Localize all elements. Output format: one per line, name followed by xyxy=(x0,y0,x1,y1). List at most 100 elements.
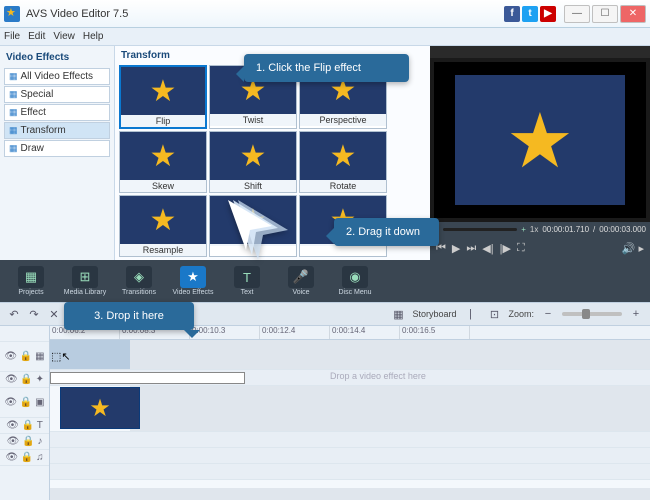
star-icon: ★ xyxy=(240,139,267,174)
preview-controls: − + 1x 00:00:01.710 / 00:00:03.000 ⏮ ▶ ⏭… xyxy=(430,222,650,260)
speed-plus-button[interactable]: + xyxy=(521,225,526,234)
volume-button[interactable]: 🔊 ▸ xyxy=(622,242,644,255)
ruler-tick: 0:00:12.4 xyxy=(260,326,330,339)
menu-edit[interactable]: Edit xyxy=(28,31,45,42)
drop-cursor-icon: ⬚↖ xyxy=(51,350,71,363)
toolbar-label: Text xyxy=(241,289,254,296)
ruler-tick: 0:00:16.5 xyxy=(400,326,470,339)
video-clip[interactable]: ★ xyxy=(60,387,140,429)
ruler-tick: 0:00:10.3 xyxy=(190,326,260,339)
speed-bar[interactable] xyxy=(443,228,518,231)
zoom-slider[interactable] xyxy=(562,312,622,316)
track-text[interactable] xyxy=(50,432,650,448)
effect-dropzone[interactable] xyxy=(50,372,245,384)
storyboard-label[interactable]: Storyboard xyxy=(412,309,456,319)
callout-1: 1. Click the Flip effect xyxy=(244,54,409,82)
menu-help[interactable]: Help xyxy=(83,31,104,42)
tracks-area[interactable]: 0:00:06.20:00:08.30:00:10.30:00:12.40:00… xyxy=(50,326,650,500)
track-effect-header[interactable]: 👁 🔒 ✦ xyxy=(0,372,49,388)
effect-hint: Drop a video effect here xyxy=(330,371,426,381)
preview-topbar xyxy=(430,46,650,58)
thumb-label: Twist xyxy=(210,114,296,126)
category-all[interactable]: All Video Effects xyxy=(4,68,110,85)
disc-menu-icon: ◉ xyxy=(342,266,368,288)
category-transform[interactable]: Transform xyxy=(4,122,110,139)
category-draw[interactable]: Draw xyxy=(4,140,110,157)
step-back-button[interactable]: ◀| xyxy=(482,242,493,255)
star-icon: ★ xyxy=(150,139,177,174)
toolbar-voice-button[interactable]: 🎤Voice xyxy=(276,266,326,296)
track-media-header[interactable]: 👁 🔒 ▣ xyxy=(0,388,49,418)
preview-video: ★ xyxy=(434,62,646,218)
twitter-icon[interactable]: t xyxy=(522,6,538,22)
media-library-icon: ⊞ xyxy=(72,266,98,288)
redo-button[interactable]: ↷ xyxy=(24,305,44,323)
step-fwd-button[interactable]: |▶ xyxy=(500,242,511,255)
thumb-label: Perspective xyxy=(300,114,386,126)
horizontal-scrollbar[interactable] xyxy=(50,488,650,500)
text-icon: T xyxy=(234,266,260,288)
track-audio2[interactable] xyxy=(50,464,650,480)
toolbar-media-library-button[interactable]: ⊞Media Library xyxy=(60,266,110,296)
toolbar-label: Media Library xyxy=(64,289,106,296)
callout-2: 2. Drag it down xyxy=(334,218,439,246)
effect-thumb-rotate[interactable]: ★Rotate xyxy=(299,131,387,193)
toolbar-text-button[interactable]: TText xyxy=(222,266,272,296)
storyboard-icon[interactable]: ▦ xyxy=(388,305,408,323)
minimize-button[interactable]: — xyxy=(564,5,590,23)
zoom-label: Zoom: xyxy=(508,309,534,319)
titlebar: AVS Video Editor 7.5 f t ▶ — ☐ ✕ xyxy=(0,0,650,28)
effects-category-panel: Video Effects All Video Effects Special … xyxy=(0,46,115,260)
toolbar-label: Video Effects xyxy=(173,289,214,296)
video-effects-icon: ★ xyxy=(180,266,206,288)
effect-thumb-skew[interactable]: ★ Skew xyxy=(119,131,207,193)
facebook-icon[interactable]: f xyxy=(504,6,520,22)
track-video[interactable] xyxy=(50,340,650,370)
transitions-icon: ◈ xyxy=(126,266,152,288)
drag-cursor-icon xyxy=(228,200,288,265)
close-button[interactable]: ✕ xyxy=(620,5,646,23)
thumb-label: Skew xyxy=(120,180,206,192)
zoom-out-button[interactable]: − xyxy=(538,305,558,323)
star-icon: ★ xyxy=(89,394,111,423)
effect-thumb-resample[interactable]: ★Resample xyxy=(119,195,207,257)
toolbar-disc-menu-button[interactable]: ◉Disc Menu xyxy=(330,266,380,296)
projects-icon: ▦ xyxy=(18,266,44,288)
zoom-in-button[interactable]: + xyxy=(626,305,646,323)
thumb-label: Shift xyxy=(210,180,296,192)
track-text-header[interactable]: 👁 🔒 T xyxy=(0,418,49,434)
track-audio1-header[interactable]: 👁 🔒 ♪ xyxy=(0,434,49,450)
effect-thumb-flip[interactable]: ★Flip xyxy=(119,65,207,129)
time-total: 00:00:03.000 xyxy=(599,225,646,234)
menubar: File Edit View Help xyxy=(0,28,650,46)
fullscreen-button[interactable]: ⛶ xyxy=(517,242,525,255)
track-headers: 👁 🔒 ▦ 👁 🔒 ✦ 👁 🔒 ▣ 👁 🔒 T 👁 🔒 ♪ 👁 🔒 ♫ xyxy=(0,326,50,500)
playback-speed: 1x xyxy=(530,225,538,234)
time-current: 00:00:01.710 xyxy=(542,225,589,234)
toolbar-label: Disc Menu xyxy=(338,289,371,296)
track-video-header[interactable]: 👁 🔒 ▦ xyxy=(0,342,49,372)
category-effect[interactable]: Effect xyxy=(4,104,110,121)
track-effect[interactable]: Drop a video effect here xyxy=(50,370,650,386)
effect-thumb-shift[interactable]: ★ Shift xyxy=(209,131,297,193)
play-button[interactable]: ▶ xyxy=(452,242,460,255)
track-media[interactable]: ★ xyxy=(50,386,650,432)
thumb-label: Rotate xyxy=(300,180,386,192)
main-toolbar: ▦Projects⊞Media Library◈Transitions★Vide… xyxy=(0,260,650,302)
toolbar-video-effects-button[interactable]: ★Video Effects xyxy=(168,266,218,296)
maximize-button[interactable]: ☐ xyxy=(592,5,618,23)
delete-button[interactable]: ✕ xyxy=(44,305,64,323)
effects-panel-header: Video Effects xyxy=(0,50,114,67)
next-button[interactable]: ⏭ xyxy=(466,242,476,255)
toolbar-transitions-button[interactable]: ◈Transitions xyxy=(114,266,164,296)
fit-button[interactable]: ⊡ xyxy=(484,305,504,323)
track-audio1[interactable] xyxy=(50,448,650,464)
category-special[interactable]: Special xyxy=(4,86,110,103)
youtube-icon[interactable]: ▶ xyxy=(540,6,556,22)
divider: | xyxy=(460,305,480,323)
toolbar-projects-button[interactable]: ▦Projects xyxy=(6,266,56,296)
menu-file[interactable]: File xyxy=(4,31,20,42)
menu-view[interactable]: View xyxy=(53,31,75,42)
track-audio2-header[interactable]: 👁 🔒 ♫ xyxy=(0,450,49,466)
undo-button[interactable]: ↶ xyxy=(4,305,24,323)
